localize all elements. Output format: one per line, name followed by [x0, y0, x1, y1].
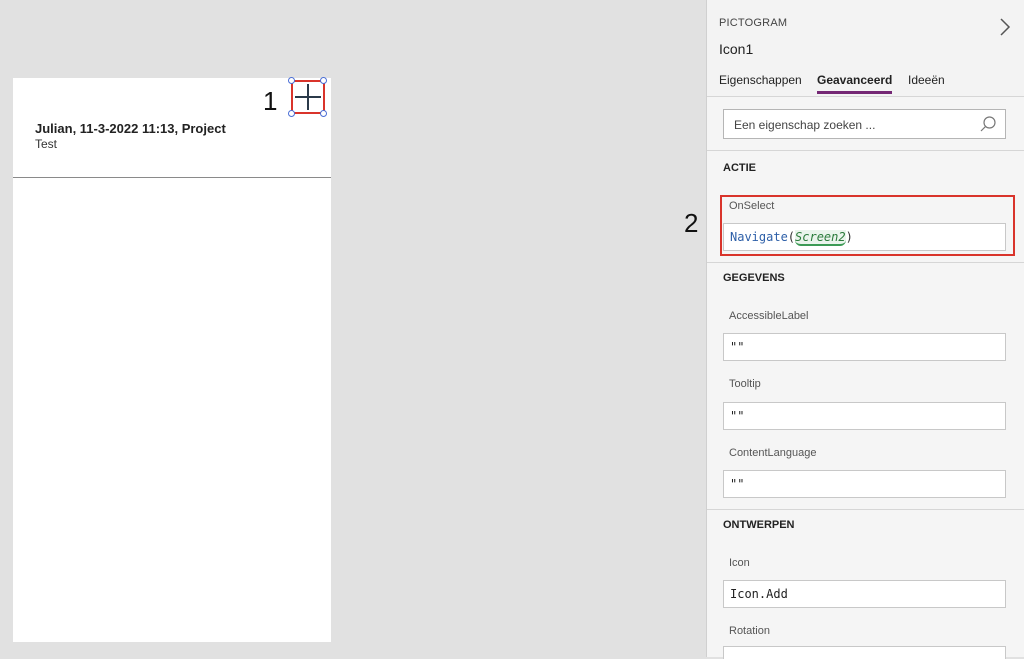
gallery-item-title: Julian, 11-3-2022 11:13, Project: [35, 121, 226, 136]
resize-handle-bottom-right[interactable]: [320, 110, 327, 117]
property-search-input[interactable]: Een eigenschap zoeken ...: [723, 109, 1006, 139]
tab-geavanceerd-label: Geavanceerd: [817, 73, 893, 87]
tooltip-input[interactable]: "": [723, 402, 1006, 430]
control-name: Icon1: [719, 41, 754, 57]
search-placeholder: Een eigenschap zoeken ...: [734, 118, 876, 132]
annotation-marker-1: 1: [263, 86, 278, 116]
control-type-label: PICTOGRAM: [719, 17, 788, 29]
gallery-item-subtitle: Test: [35, 137, 58, 151]
rotation-label: Rotation: [729, 625, 770, 637]
active-tab-indicator: [817, 91, 893, 94]
resize-handle-bottom-left[interactable]: [288, 110, 295, 117]
resize-handle-top-right[interactable]: [320, 77, 327, 84]
contentlanguage-input[interactable]: "": [723, 470, 1006, 498]
search-icon: [980, 116, 996, 132]
icon-property-input[interactable]: Icon.Add: [723, 580, 1006, 608]
rotation-input[interactable]: [723, 646, 1006, 659]
app-screen: Julian, 11-3-2022 11:13, Project Test: [13, 77, 331, 642]
tooltip-label: Tooltip: [729, 378, 761, 390]
formula-close-paren: ): [845, 230, 853, 244]
accessiblelabel-label: AccessibleLabel: [729, 310, 809, 322]
annotation-marker-2: 2: [684, 208, 699, 238]
section-title-gegevens: GEGEVENS: [723, 272, 785, 284]
onselect-label: OnSelect: [729, 200, 775, 212]
resize-handle-top-left[interactable]: [288, 77, 295, 84]
formula-argument: Screen2: [795, 230, 846, 246]
onselect-formula-input[interactable]: Navigate(Screen2): [723, 223, 1006, 251]
panel-header: PICTOGRAM Icon1 Eigenschappen Geavanceer…: [707, 0, 1024, 97]
formula-function: Navigate: [730, 230, 788, 244]
tab-eigenschappen[interactable]: Eigenschappen: [719, 73, 802, 87]
section-divider: [707, 509, 1024, 510]
chevron-right-icon[interactable]: [995, 16, 1015, 38]
icon-property-label: Icon: [729, 557, 750, 569]
tab-geavanceerd[interactable]: Geavanceerd: [817, 73, 893, 94]
formula-open-paren: (: [787, 230, 796, 244]
tab-ideeen[interactable]: Ideeën: [908, 73, 945, 87]
section-divider: [707, 150, 1024, 151]
add-icon: [295, 84, 321, 110]
accessiblelabel-input[interactable]: "": [723, 333, 1006, 361]
section-divider: [707, 262, 1024, 263]
gallery-item[interactable]: Julian, 11-3-2022 11:13, Project Test: [13, 78, 331, 178]
section-title-actie: ACTIE: [723, 162, 756, 174]
properties-panel: PICTOGRAM Icon1 Eigenschappen Geavanceer…: [706, 0, 1024, 659]
section-title-ontwerpen: ONTWERPEN: [723, 519, 795, 531]
add-icon-selected[interactable]: [291, 80, 325, 114]
contentlanguage-label: ContentLanguage: [729, 447, 817, 459]
